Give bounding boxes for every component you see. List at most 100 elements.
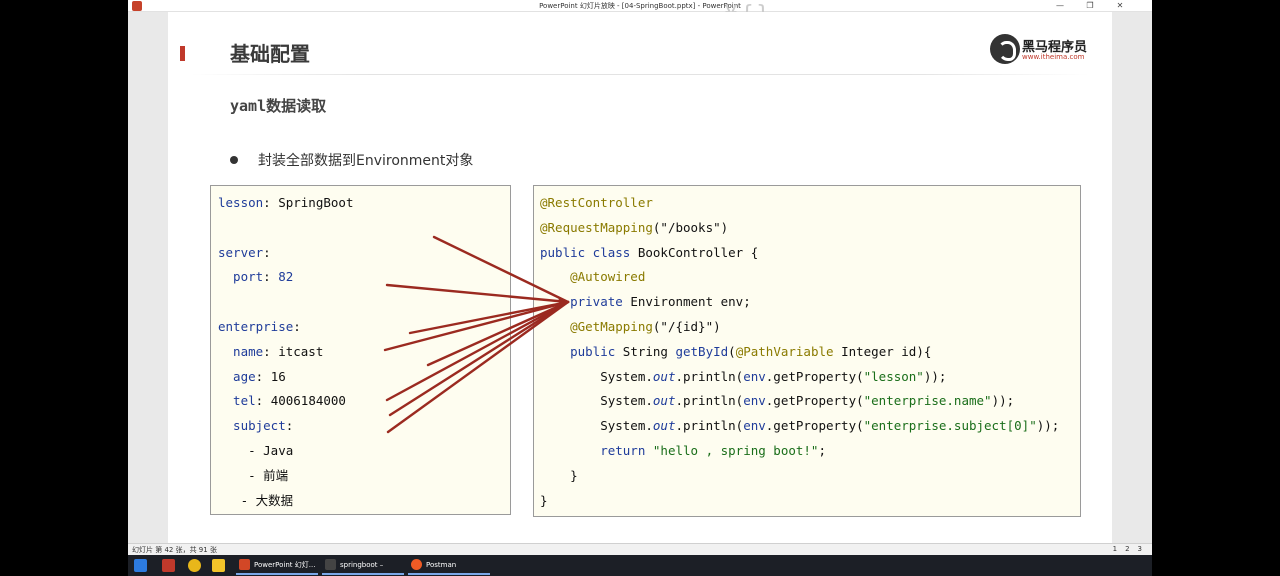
code-token: getById [675,343,729,359]
code-token: .println( [675,418,744,434]
close-button[interactable]: ✕ [1108,0,1132,12]
code-line: @RestController [540,194,653,212]
code-token: Environment env; [630,294,751,310]
code-token: : 16 [255,368,286,384]
bullet-item: 封装全部数据到Environment对象 [230,150,473,170]
code-token: - 大数据 [218,492,294,508]
code-token: )); [923,368,947,384]
taskbar-app-postman[interactable]: Postman [408,556,490,575]
window-title: PowerPoint 幻灯片放映 - [04-SpringBoot.pptx] … [539,2,741,10]
taskbar-app-powerpoint[interactable]: PowerPoint 幻灯... [236,556,318,575]
app-icon[interactable] [162,559,175,572]
code-token: : [263,244,271,260]
code-token: : itcast [263,343,324,359]
code-token: .getProperty( [765,418,864,434]
title-divider [190,74,1090,75]
code-token: "enterprise.subject[0]" [863,418,1037,434]
code-token: "lesson" [863,368,924,384]
yaml-code-box: lesson: SpringBoot server: port: 82 enterp… [210,185,511,515]
code-line: lesson: SpringBoot [218,194,353,212]
code-token: .getProperty( [765,368,864,384]
taskbar-app-label: Postman [426,561,457,569]
code-token: @RequestMapping [540,219,653,235]
code-token: - Java [218,443,294,458]
code-token: subject [218,418,286,434]
code-token: enterprise [218,319,294,334]
code-token: - 前端 [218,467,289,483]
code-token: String [622,343,676,359]
code-line: tel: 4006184000 [218,392,346,410]
code-token: : 4006184000 [255,393,346,409]
minimize-button[interactable]: — [1048,0,1072,12]
code-line: port: 82 [218,268,293,286]
java-code-box: @RestController @RequestMapping("/books")… [533,185,1081,517]
code-token: .getProperty( [765,393,864,409]
code-line: age: 16 [218,368,286,386]
code-line: } [540,492,548,510]
code-token: env [743,418,766,434]
code-token: out [652,368,676,384]
code-line: System.out.println(env.getProperty("ente… [540,417,1059,435]
taskbar-app-intellij[interactable]: springboot – app... [322,556,404,575]
brand-logo: 黑马程序员 www.itheima.com [990,34,1090,64]
code-token: } [540,492,548,508]
code-token: )); [991,393,1015,409]
code-token: : [293,319,301,334]
code-token: ("/{id}") [652,319,721,334]
intellij-icon [325,559,336,570]
code-token: .println( [675,393,744,409]
status-bar: 幻灯片 第 42 张，共 91 张 1 2 3 [128,543,1152,555]
code-line: subject: [218,417,293,435]
code-line: - 大数据 [218,492,294,510]
code-token: .println( [675,368,744,384]
chrome-icon[interactable] [188,559,201,572]
window-titlebar: PowerPoint 幻灯片放映 - [04-SpringBoot.pptx] … [128,0,1152,12]
code-token: ("/books") [652,219,729,235]
code-token: System. [540,418,653,434]
code-token: ; [818,443,826,458]
folder-icon[interactable] [212,559,225,572]
code-token: tel [218,393,256,409]
taskbar-app-label: PowerPoint 幻灯... [254,561,316,569]
code-token: "hello , spring boot!" [652,443,819,458]
code-token: )); [1036,418,1060,434]
horse-logo-icon [990,34,1020,64]
status-control[interactable]: 2 [1125,545,1129,553]
code-line: @Autowired [540,268,645,286]
code-token: "enterprise.name" [863,393,992,409]
code-token: ( [728,343,736,359]
section-subtitle: yaml数据读取 [230,97,327,115]
status-control[interactable]: 3 [1138,545,1142,553]
status-control[interactable]: 1 [1113,545,1117,553]
code-token: env [743,393,766,409]
code-token: public class [540,244,638,260]
code-token: out [652,418,676,434]
code-token: return [540,443,653,458]
code-token: @GetMapping [540,319,653,334]
code-line: @RequestMapping("/books") [540,219,728,237]
code-token: lesson [218,195,264,210]
code-line: System.out.println(env.getProperty("less… [540,368,946,386]
code-line: @GetMapping("/{id}") [540,318,721,336]
code-line: System.out.println(env.getProperty("ente… [540,392,1014,410]
code-line: private Environment env; [540,293,751,311]
code-line: - 前端 [218,467,288,485]
code-line: - Java [218,442,293,460]
code-token: System. [540,393,653,409]
code-token: name [218,343,264,359]
code-token: : SpringBoot [263,195,354,210]
taskbar-app-label: springboot – app... [340,561,384,569]
slide-counter: 幻灯片 第 42 张，共 91 张 [132,546,217,554]
code-token: } [540,467,578,483]
logo-url: www.itheima.com [1022,53,1085,61]
code-token: @PathVariable [735,343,834,359]
start-icon[interactable] [134,559,147,572]
code-token: age [218,368,256,384]
code-token: Integer id){ [833,343,932,359]
maximize-button[interactable]: ❐ [1078,0,1102,12]
code-token: public [540,343,623,359]
code-token: private [540,294,631,310]
code-token: System. [540,368,653,384]
code-token: port [218,269,264,285]
code-line: return "hello , spring boot!"; [540,442,826,460]
